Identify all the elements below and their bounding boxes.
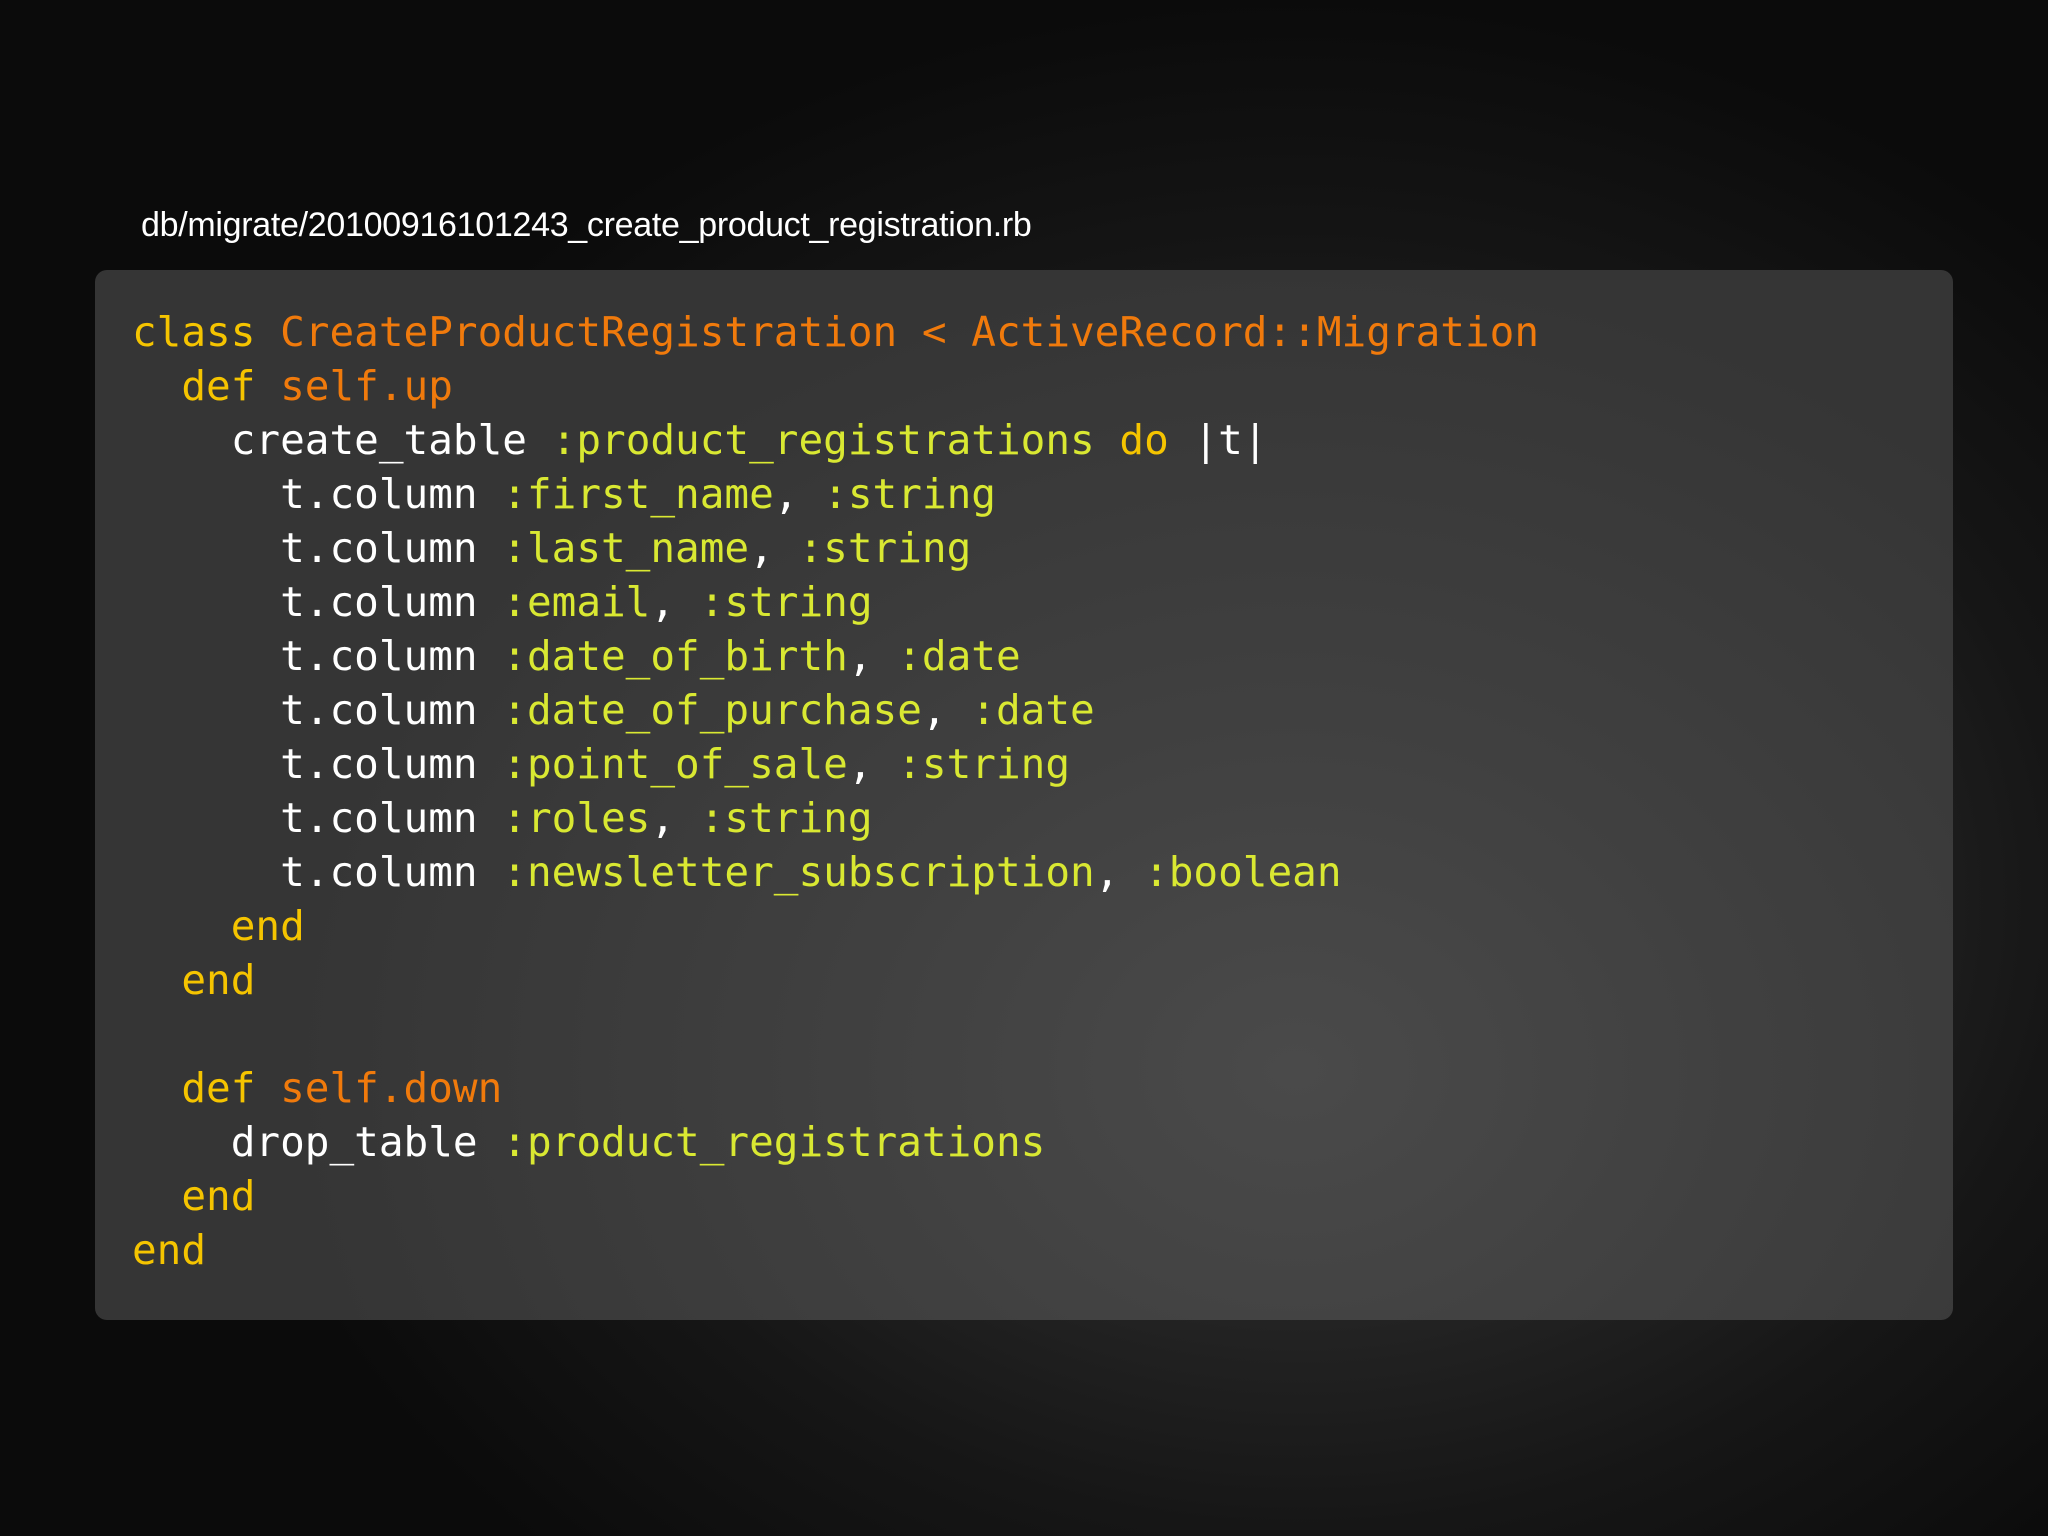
code-line: t.column :first_name, :string: [132, 467, 1539, 521]
code-token-symbol: :product_registrations: [551, 416, 1095, 464]
code-token-symbol: :string: [699, 794, 873, 842]
code-token-class_name: self.down: [280, 1064, 503, 1112]
code-line: drop_table :product_registrations: [132, 1115, 1539, 1169]
code-token-symbol: :date_of_purchase: [502, 686, 922, 734]
code-line: t.column :last_name, :string: [132, 521, 1539, 575]
code-token-keyword: end: [132, 1226, 207, 1274]
code-line: class CreateProductRegistration < Active…: [132, 305, 1539, 359]
code-token-plain: t.column: [132, 470, 503, 518]
code-token-plain: drop_table: [132, 1118, 503, 1166]
code-token-symbol: :email: [502, 578, 651, 626]
code-line: end: [132, 953, 1539, 1007]
code-token-keyword: end: [181, 1172, 256, 1220]
file-path-caption: db/migrate/20100916101243_create_product…: [141, 206, 1032, 244]
code-token-plain: ,: [1094, 848, 1145, 896]
code-line: t.column :point_of_sale, :string: [132, 737, 1539, 791]
code-token-symbol: :string: [897, 740, 1071, 788]
code-token-symbol: :date_of_birth: [502, 632, 848, 680]
code-token-plain: |t|: [1168, 416, 1268, 464]
code-token-plain: t.column: [132, 740, 503, 788]
code-token-plain: t.column: [132, 578, 503, 626]
code-token-keyword: class: [132, 308, 256, 356]
code-token-plain: t.column: [132, 686, 503, 734]
code-token-plain: ,: [921, 686, 972, 734]
code-token-class_name: CreateProductRegistration < ActiveRecord…: [280, 308, 1539, 356]
code-token-keyword: def: [181, 1064, 256, 1112]
code-token-symbol: :newsletter_subscription: [502, 848, 1095, 896]
code-token-plain: t.column: [132, 794, 503, 842]
code-token-plain: t.column: [132, 632, 503, 680]
code-token-symbol: :roles: [502, 794, 651, 842]
code-token-symbol: :product_registrations: [502, 1118, 1046, 1166]
code-line: create_table :product_registrations do |…: [132, 413, 1539, 467]
code-token-symbol: :first_name: [502, 470, 774, 518]
code-token-plain: ,: [773, 470, 824, 518]
code-line: t.column :date_of_purchase, :date: [132, 683, 1539, 737]
code-token-keyword: end: [181, 956, 256, 1004]
code-line: end: [132, 899, 1539, 953]
code-line: def self.up: [132, 359, 1539, 413]
code-token-plain: create_table: [132, 416, 552, 464]
code-block: class CreateProductRegistration < Active…: [132, 305, 1539, 1277]
code-token-symbol: :point_of_sale: [502, 740, 848, 788]
code-token-symbol: :last_name: [502, 524, 750, 572]
code-token-class_name: self.up: [280, 362, 453, 410]
code-line: t.column :date_of_birth, :date: [132, 629, 1539, 683]
code-token-plain: ,: [650, 794, 700, 842]
code-line: t.column :roles, :string: [132, 791, 1539, 845]
code-token-plain: ,: [847, 632, 898, 680]
code-token-symbol: :date: [897, 632, 1021, 680]
code-token-plain: t.column: [132, 524, 503, 572]
code-token-symbol: :string: [798, 524, 972, 572]
code-token-keyword: do: [1119, 416, 1169, 464]
code-line: t.column :newsletter_subscription, :bool…: [132, 845, 1539, 899]
code-token-keyword: def: [181, 362, 256, 410]
code-token-plain: t.column: [132, 848, 503, 896]
code-token-symbol: :boolean: [1144, 848, 1342, 896]
code-token-plain: ,: [650, 578, 700, 626]
code-line: def self.down: [132, 1061, 1539, 1115]
code-token-plain: ,: [847, 740, 898, 788]
code-line: end: [132, 1223, 1539, 1277]
code-panel: class CreateProductRegistration < Active…: [95, 270, 1953, 1320]
code-token-symbol: :date: [971, 686, 1095, 734]
code-token-plain: ,: [749, 524, 799, 572]
code-token-symbol: :string: [823, 470, 996, 518]
code-token-symbol: :string: [699, 578, 873, 626]
code-line: end: [132, 1169, 1539, 1223]
code-token-keyword: end: [230, 902, 305, 950]
code-line: t.column :email, :string: [132, 575, 1539, 629]
